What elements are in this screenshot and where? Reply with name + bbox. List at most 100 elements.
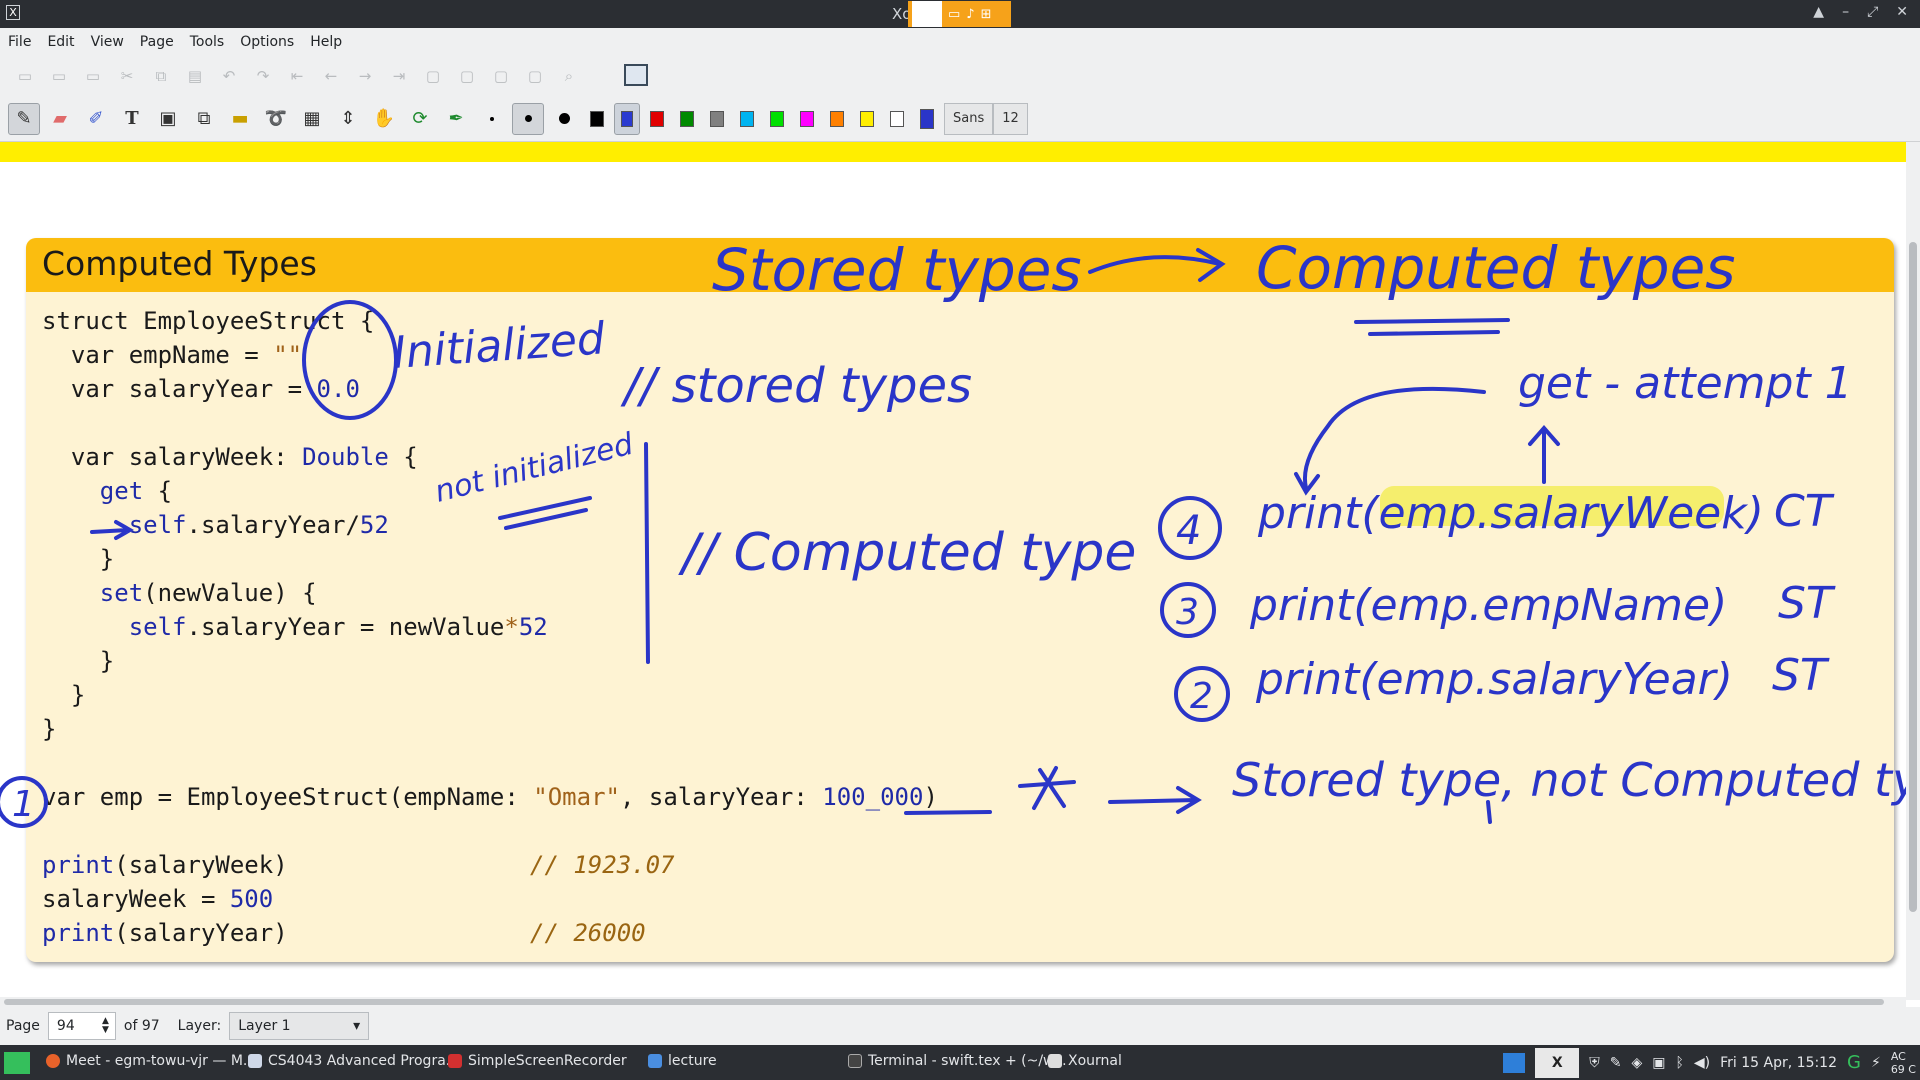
camera-icon[interactable]: ▭	[948, 7, 960, 22]
xournal-app-icon[interactable]: X	[6, 5, 20, 20]
task-lecture[interactable]: lecture	[648, 1053, 717, 1069]
eraser-tool-icon[interactable]: ▰	[44, 103, 76, 135]
vertical-scroll-thumb[interactable]	[1909, 242, 1917, 912]
default-tools-icon[interactable]: ⟳	[404, 103, 436, 135]
menu-help[interactable]: Help	[310, 34, 342, 50]
power-icon[interactable]: ⚡	[1871, 1055, 1881, 1071]
microphone-icon[interactable]: ♪	[966, 7, 974, 22]
firefox-icon	[46, 1054, 60, 1068]
xournal-tray-icon[interactable]: X	[1535, 1047, 1580, 1078]
next-page-icon[interactable]: →	[354, 65, 376, 87]
clip-icon[interactable]: ✎	[1610, 1055, 1622, 1071]
copy-icon[interactable]: ⧉	[150, 65, 172, 87]
page-number-input[interactable]: 94 ▲ ▼	[47, 1012, 116, 1040]
menu-options[interactable]: Options	[240, 34, 294, 50]
task-cs4043[interactable]: CS4043 Advanced Progra...	[248, 1053, 459, 1069]
task-screen-recorder[interactable]: SimpleScreenRecorder	[448, 1053, 627, 1069]
horizontal-scrollbar[interactable]	[0, 997, 1906, 1007]
shape-recognizer-icon[interactable]: ⧉	[188, 103, 220, 135]
spin-arrows-icon[interactable]: ▲ ▼	[102, 1017, 109, 1035]
battery-indicator[interactable]: AC 69 C	[1891, 1050, 1916, 1076]
menu-page[interactable]: Page	[140, 34, 174, 50]
code-text: }	[42, 545, 115, 573]
task-label: SimpleScreenRecorder	[468, 1053, 627, 1069]
save-doc-icon[interactable]: ▭	[82, 65, 104, 87]
default-pen-icon[interactable]: ✒	[440, 103, 472, 135]
save-icon[interactable]: ⊞	[981, 7, 992, 22]
shield-icon[interactable]: ⛨	[1589, 1055, 1600, 1071]
cut-icon[interactable]: ✂	[116, 65, 138, 87]
thick-thickness-icon[interactable]	[548, 103, 580, 135]
color-magenta[interactable]	[794, 103, 820, 135]
vertical-scrollbar[interactable]	[1906, 142, 1920, 1000]
bluetooth-icon[interactable]: ᛒ	[1676, 1055, 1684, 1071]
close-button[interactable]: ✕	[1896, 4, 1908, 20]
code-text: }	[42, 681, 86, 709]
menu-edit[interactable]: Edit	[47, 34, 74, 50]
color-orange[interactable]	[824, 103, 850, 135]
color-yellow[interactable]	[854, 103, 880, 135]
app-menu-icon[interactable]	[4, 1052, 30, 1074]
menu-view[interactable]: View	[91, 34, 124, 50]
minimize-button[interactable]: –	[1842, 4, 1849, 20]
layer-select[interactable]: Layer 1 ▾	[229, 1012, 370, 1040]
task-terminal[interactable]: Terminal - swift.tex + (~/w...	[848, 1053, 1067, 1069]
ruler-tool-icon[interactable]: ▬	[224, 103, 256, 135]
color-gray[interactable]	[704, 103, 730, 135]
color-green[interactable]	[674, 103, 700, 135]
zoom-in-icon[interactable]: ⌕	[558, 65, 580, 87]
zoom-fit-icon[interactable]: ▢	[456, 65, 478, 87]
pen-tool-icon[interactable]: ✎	[8, 102, 40, 135]
font-size-button[interactable]: 12	[993, 102, 1028, 135]
code-line-11: }	[42, 678, 85, 712]
color-white[interactable]	[884, 103, 910, 135]
wifi-icon[interactable]: ◈	[1631, 1055, 1642, 1071]
document-canvas[interactable]: Computed Types struct EmployeeStruct { v…	[0, 142, 1906, 1000]
menu-file[interactable]: File	[8, 34, 31, 50]
volume-icon[interactable]: ◀)	[1694, 1055, 1710, 1071]
redo-icon[interactable]: ↷	[252, 65, 274, 87]
first-page-icon[interactable]: ⇤	[286, 65, 308, 87]
code-keyword: self	[128, 613, 187, 641]
color-lightblue[interactable]	[734, 103, 760, 135]
font-name-button[interactable]: Sans	[944, 102, 994, 135]
update-icon[interactable]: G	[1847, 1052, 1861, 1073]
current-color-button[interactable]	[914, 103, 940, 135]
zoom-100-icon[interactable]: ▢	[490, 65, 512, 87]
horizontal-scroll-thumb[interactable]	[4, 999, 1884, 1005]
rect-select-icon[interactable]: ▦	[296, 103, 328, 135]
keep-above-button[interactable]: ▲	[1813, 4, 1824, 20]
prev-page-icon[interactable]: ←	[320, 65, 342, 87]
terminal-icon	[848, 1054, 862, 1068]
new-icon[interactable]: ▭	[14, 65, 36, 87]
hand-tool-icon[interactable]: ✋	[368, 103, 400, 135]
highlighter-tool-icon[interactable]: ✐	[80, 103, 112, 135]
color-blue[interactable]	[614, 102, 640, 135]
color-red[interactable]	[644, 103, 670, 135]
zoom-out-icon[interactable]: ▢	[422, 65, 444, 87]
lasso-select-icon[interactable]: ➰	[260, 103, 292, 135]
color-lightgreen[interactable]	[764, 103, 790, 135]
zoom-width-icon[interactable]: ▢	[524, 65, 546, 87]
fullscreen-icon[interactable]	[624, 64, 648, 86]
image-tool-icon[interactable]: ▣	[152, 103, 184, 135]
vertical-space-icon[interactable]: ⇕	[332, 103, 364, 135]
code-text: (newValue) {	[143, 579, 317, 607]
screen-icon[interactable]	[1503, 1052, 1526, 1073]
fine-thickness-icon[interactable]	[476, 103, 508, 135]
camera-tray-icon[interactable]: ▣	[1652, 1055, 1665, 1071]
code-number: 100_000	[822, 783, 924, 811]
task-firefox[interactable]: Meet - egm-towu-vjr — M...	[46, 1053, 256, 1069]
paste-icon[interactable]: ▤	[184, 65, 206, 87]
last-page-icon[interactable]: ⇥	[388, 65, 410, 87]
task-xournal[interactable]: Xournal	[1048, 1053, 1122, 1069]
undo-icon[interactable]: ↶	[218, 65, 240, 87]
maximize-button[interactable]: ⤢	[1867, 4, 1878, 20]
medium-thickness-icon[interactable]	[512, 102, 544, 135]
color-black[interactable]	[584, 103, 610, 135]
text-tool-icon[interactable]: T	[116, 103, 148, 135]
open-icon[interactable]: ▭	[48, 65, 70, 87]
clock[interactable]: Fri 15 Apr, 15:12	[1720, 1055, 1837, 1071]
menu-tools[interactable]: Tools	[190, 34, 225, 50]
